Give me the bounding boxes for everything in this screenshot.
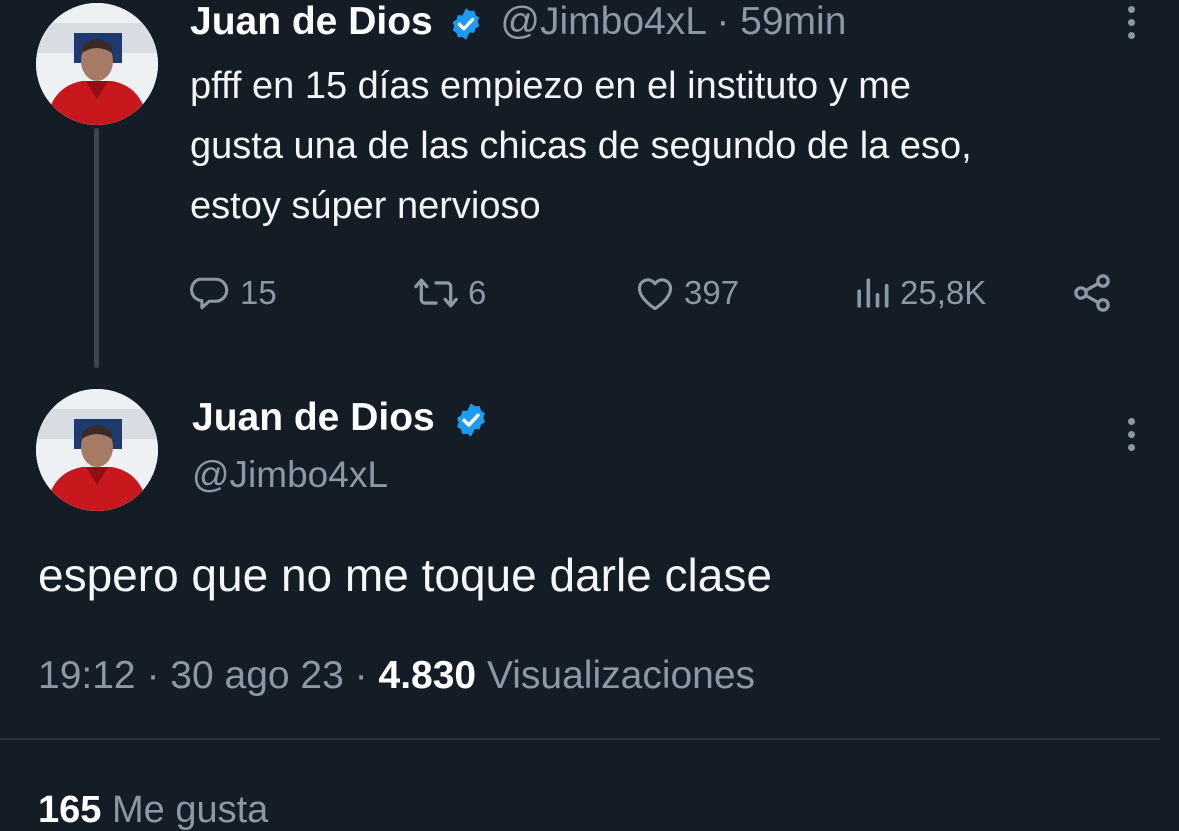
verified-badge-icon: [456, 403, 485, 437]
timestamp[interactable]: 59min: [740, 0, 846, 43]
views-button[interactable]: 25,8K: [850, 268, 986, 318]
views-count[interactable]: 4.830: [379, 654, 477, 697]
separator-dot: ·: [716, 0, 730, 43]
avatar-photo: [36, 389, 158, 511]
tweet2-header: Juan de Dios: [192, 394, 490, 442]
tweet1-text: pfff en 15 días empiezo en el instituto …: [190, 56, 1130, 236]
tweet-text-line: estoy súper nervioso: [190, 185, 541, 227]
reply-button[interactable]: 15: [190, 268, 277, 318]
reply-icon: [190, 277, 229, 310]
avatar[interactable]: [36, 3, 158, 125]
author-name[interactable]: Juan de Dios: [190, 0, 433, 43]
divider: [0, 738, 1160, 740]
more-vertical-icon[interactable]: [1128, 6, 1142, 45]
tweet2-text: espero que no me toque darle clase: [38, 549, 772, 601]
like-button[interactable]: 397: [632, 268, 739, 318]
tweet1-header: Juan de Dios @Jimbo4xL · 59min: [190, 0, 846, 44]
views-icon: [857, 278, 889, 308]
likes-count: 165: [38, 789, 102, 831]
more-vertical-icon[interactable]: [1128, 418, 1142, 457]
like-count: 397: [684, 274, 740, 311]
reply-count: 15: [240, 274, 277, 311]
retweet-icon: [414, 278, 458, 308]
author-name[interactable]: Juan de Dios: [192, 396, 435, 439]
verified-badge-icon: [452, 7, 479, 40]
share-icon: [1074, 274, 1110, 312]
author-handle[interactable]: @Jimbo4xL: [500, 0, 705, 43]
retweet-button[interactable]: 6: [410, 268, 486, 318]
heart-icon: [637, 278, 673, 311]
tweet-text-line: gusta una de las chicas de segundo de la…: [190, 125, 972, 167]
tweet-time[interactable]: 19:12: [38, 654, 136, 697]
separator-dot: ·: [354, 654, 368, 697]
likes-summary[interactable]: 165 Me gusta: [38, 786, 268, 831]
views-label[interactable]: Visualizaciones: [487, 654, 755, 697]
retweet-count: 6: [468, 274, 487, 311]
tweet2-meta: 19:12 · 30 ago 23 · 4.830 Visualizacione…: [38, 652, 755, 700]
separator-dot: ·: [146, 654, 160, 697]
tweet1-action-bar: 15 6 397 25,8K: [190, 268, 1120, 318]
avatar[interactable]: [36, 389, 158, 511]
share-button[interactable]: [1070, 268, 1120, 318]
tweet-date[interactable]: 30 ago 23: [170, 654, 344, 697]
tweet-text-line: pfff en 15 días empiezo en el instituto …: [190, 65, 912, 107]
author-handle[interactable]: @Jimbo4xL: [192, 452, 388, 498]
tweet-thread-screen: Juan de Dios @Jimbo4xL · 59min pfff en 1…: [0, 0, 1179, 831]
views-count: 25,8K: [900, 274, 987, 311]
avatar-photo: [36, 3, 158, 125]
thread-connector-line: [94, 128, 99, 368]
likes-label: Me gusta: [111, 789, 269, 831]
